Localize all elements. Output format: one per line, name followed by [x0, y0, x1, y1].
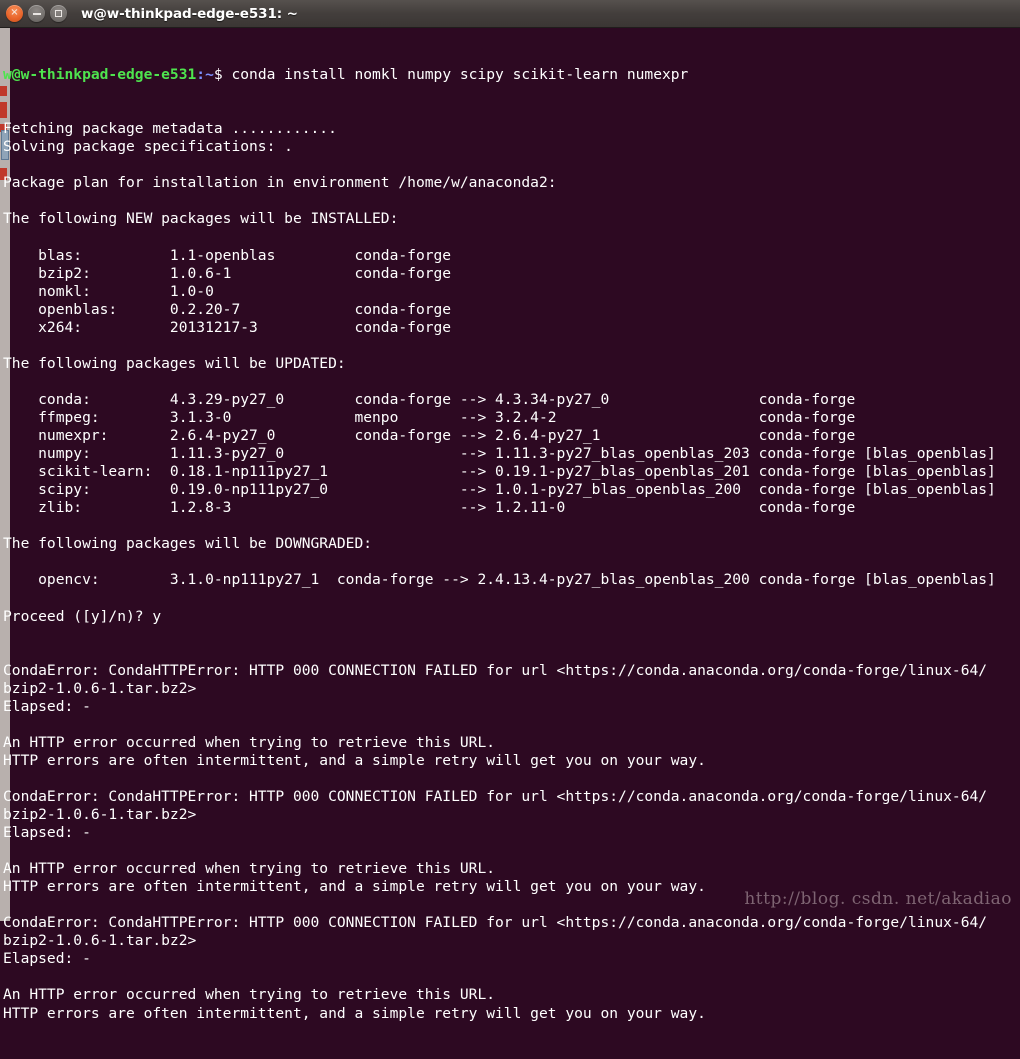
terminal-line: x264: 20131217-3 conda-forge	[3, 318, 452, 336]
terminal-line: The following packages will be UPDATED:	[3, 354, 346, 372]
prompt-command: conda install nomkl numpy scipy scikit-l…	[222, 66, 689, 84]
terminal-line: bzip2-1.0.6-1.tar.bz2>	[3, 679, 197, 697]
terminal-line: An HTTP error occurred when trying to re…	[3, 733, 496, 751]
terminal-line: CondaError: CondaHTTPError: HTTP 000 CON…	[3, 914, 988, 932]
terminal-line: Elapsed: -	[3, 697, 91, 715]
watermark: http://blog. csdn. net/akadiao	[744, 889, 1012, 909]
window-title: w@w-thinkpad-edge-e531: ~	[81, 5, 298, 22]
terminal-line: Elapsed: -	[3, 824, 91, 842]
terminal-line: zlib: 1.2.8-3 --> 1.2.11-0 conda-forge	[3, 499, 856, 517]
title-bar[interactable]: × w@w-thinkpad-edge-e531: ~	[0, 0, 1020, 28]
terminal-line: bzip2-1.0.6-1.tar.bz2>	[3, 806, 197, 824]
terminal-line: An HTTP error occurred when trying to re…	[3, 986, 496, 1004]
maximize-icon	[55, 10, 62, 17]
terminal-line: Fetching package metadata ............	[3, 120, 337, 138]
close-button[interactable]: ×	[6, 5, 23, 22]
terminal-line: Elapsed: -	[3, 950, 91, 968]
terminal-output-lines: Fetching package metadata ............ So…	[3, 120, 1020, 1022]
terminal-line: bzip2-1.0.6-1.tar.bz2>	[3, 932, 197, 950]
prompt-sigil: $	[213, 66, 223, 84]
maximize-button[interactable]	[50, 5, 67, 22]
prompt-path: :~	[196, 66, 214, 84]
terminal-line: blas: 1.1-openblas conda-forge	[3, 246, 452, 264]
terminal-line: An HTTP error occurred when trying to re…	[3, 860, 496, 878]
terminal-line: numpy: 1.11.3-py27_0 --> 1.11.3-py27_bla…	[3, 445, 996, 463]
terminal-line: Package plan for installation in environ…	[3, 174, 557, 192]
terminal-body[interactable]: w@w-thinkpad-edge-e531:~$ conda install …	[0, 28, 1020, 1022]
terminal-window: × w@w-thinkpad-edge-e531: ~ w@w-thinkpad…	[0, 0, 1020, 1022]
terminal-line: The following packages will be DOWNGRADE…	[3, 535, 373, 553]
terminal-line: bzip2: 1.0.6-1 conda-forge	[3, 264, 452, 282]
terminal-line: scipy: 0.19.0-np111py27_0 --> 1.0.1-py27…	[3, 481, 996, 499]
terminal-line: CondaError: CondaHTTPError: HTTP 000 CON…	[3, 661, 988, 679]
terminal-line: openblas: 0.2.20-7 conda-forge	[3, 300, 452, 318]
minimize-icon	[32, 12, 41, 15]
terminal-line: conda: 4.3.29-py27_0 conda-forge --> 4.3…	[3, 390, 856, 408]
terminal-line: HTTP errors are often intermittent, and …	[3, 751, 706, 769]
prompt-line: w@w-thinkpad-edge-e531:~$ conda install …	[3, 66, 1020, 84]
terminal-line: ffmpeg: 3.1.3-0 menpo --> 3.2.4-2 conda-…	[3, 408, 856, 426]
terminal-line: Solving package specifications: .	[3, 138, 293, 156]
close-icon: ×	[10, 7, 19, 18]
terminal-line: numexpr: 2.6.4-py27_0 conda-forge --> 2.…	[3, 427, 856, 445]
terminal-line: Proceed ([y]/n)? y	[3, 607, 162, 625]
prompt-user-host: w@w-thinkpad-edge-e531	[3, 66, 197, 84]
minimize-button[interactable]	[28, 5, 45, 22]
terminal-line: CondaError: CondaHTTPError: HTTP 000 CON…	[3, 787, 988, 805]
window-controls: ×	[6, 5, 67, 22]
terminal-line: scikit-learn: 0.18.1-np111py27_1 --> 0.1…	[3, 463, 996, 481]
terminal-line: HTTP errors are often intermittent, and …	[3, 1004, 706, 1022]
terminal-line: opencv: 3.1.0-np111py27_1 conda-forge --…	[3, 571, 996, 589]
terminal-line: The following NEW packages will be INSTA…	[3, 210, 399, 228]
terminal-line: nomkl: 1.0-0	[3, 282, 214, 300]
